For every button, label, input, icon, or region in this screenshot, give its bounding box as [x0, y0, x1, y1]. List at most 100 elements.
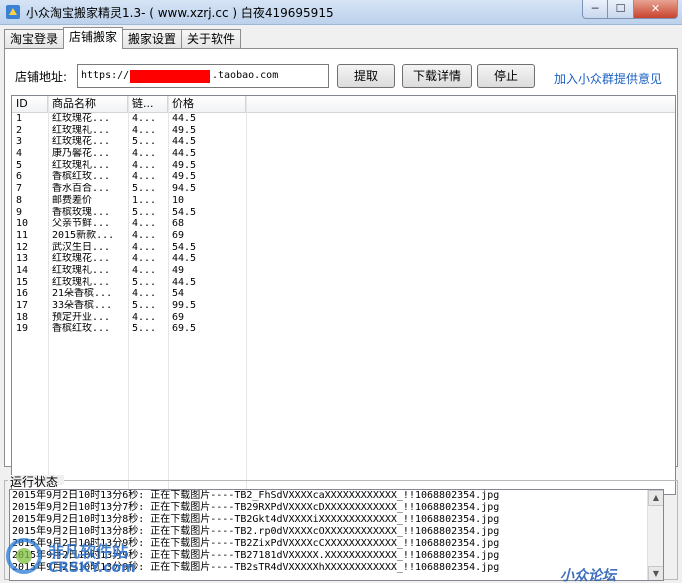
table-row[interactable]: 18 预定开业... 4... 69: [12, 312, 675, 324]
cell-price: 44.5: [172, 113, 197, 124]
tab-move-settings[interactable]: 搬家设置: [122, 29, 183, 49]
cell-name: 红玫瑰花...: [52, 113, 111, 124]
cell-id: 10: [16, 218, 29, 230]
cell-id: 8: [16, 194, 23, 206]
cell-link: 4...: [132, 159, 157, 171]
column-header-name[interactable]: 商品名称: [48, 96, 128, 112]
close-button[interactable]: ✕: [634, 0, 678, 19]
crsky-watermark: 非凡软件站 CRSKY.com: [0, 528, 160, 583]
cell-price: 44.5: [172, 276, 197, 288]
log-scrollbar[interactable]: ▲ ▼: [647, 490, 663, 580]
cell-price: 54.5: [172, 206, 197, 218]
cell-link: 5...: [132, 300, 157, 311]
cell-link: 5...: [132, 323, 157, 335]
table-row[interactable]: 17 33朵香槟... 5... 99.5: [12, 300, 675, 312]
table-row[interactable]: 5 红玫瑰礼... 4... 49.5: [12, 160, 675, 172]
cell-price: 69: [172, 311, 185, 323]
address-prefix: https://: [81, 70, 130, 81]
table-row[interactable]: 14 红玫瑰礼... 4... 49: [12, 265, 675, 277]
cell-id: 17: [16, 300, 29, 311]
maximize-button[interactable]: ☐: [608, 0, 634, 19]
cell-id: 1: [16, 113, 23, 124]
log-line: 2015年9月2日10时13分8秒: 正在下载图片----TB2Gkt4dVXX…: [12, 514, 500, 525]
table-row[interactable]: 11 2015新款... 4... 69: [12, 230, 675, 242]
table-row[interactable]: 7 香水百合... 5... 94.5: [12, 183, 675, 195]
tab-taobao-login[interactable]: 淘宝登录: [4, 29, 65, 49]
table-row[interactable]: 4 康乃馨花... 4... 44.5: [12, 148, 675, 160]
address-suffix: .taobao.com: [212, 70, 279, 81]
table-row[interactable]: 3 红玫瑰花... 5... 44.5: [12, 136, 675, 148]
cell-name: 香槟玫瑰...: [52, 206, 111, 218]
cell-id: 5: [16, 159, 23, 171]
table-row[interactable]: 15 红玫瑰礼... 5... 44.5: [12, 277, 675, 289]
feedback-link[interactable]: 加入小众群提供意见: [554, 70, 662, 87]
product-table[interactable]: ID 商品名称 链... 价格 1 红玫瑰花... 4... 44.5 2 红玫瑰礼...…: [11, 95, 676, 495]
title-bar[interactable]: 小众淘宝搬家精灵1.3- ( www.xzrj.cc ) 白夜419695915…: [0, 0, 682, 25]
scroll-down-icon[interactable]: ▼: [648, 566, 663, 580]
table-row[interactable]: 16 21朵香槟... 4... 54: [12, 288, 675, 300]
column-header-price[interactable]: 价格: [168, 96, 246, 112]
cell-price: 44.5: [172, 136, 197, 148]
tab-about[interactable]: 关于软件: [181, 29, 242, 49]
shop-address-input[interactable]: https:// .taobao.com: [77, 64, 329, 88]
cell-price: 54.5: [172, 241, 197, 253]
redacted-shop-name: [130, 70, 210, 83]
column-header-id[interactable]: ID: [12, 96, 48, 112]
table-row[interactable]: 19 香槟红玫... 5... 69.5: [12, 323, 675, 335]
cell-name: 邮费差价: [52, 194, 92, 206]
cell-price: 94.5: [172, 183, 197, 195]
cell-price: 49.5: [172, 159, 197, 171]
forum-watermark: 小众论坛: [560, 568, 616, 583]
cell-name: 2015新款...: [52, 229, 115, 241]
table-row[interactable]: 1 红玫瑰花... 4... 44.5: [12, 113, 675, 125]
table-row[interactable]: 10 父亲节鲜... 4... 68: [12, 218, 675, 230]
watermark-url: CRSKY.com: [48, 560, 136, 576]
table-row[interactable]: 9 香槟玫瑰... 5... 54.5: [12, 207, 675, 219]
cell-link: 5...: [132, 276, 157, 288]
cell-name: 红玫瑰礼...: [52, 159, 111, 171]
table-row[interactable]: 6 香槟红玫... 4... 49.5: [12, 171, 675, 183]
table-row[interactable]: 12 武汉生日... 4... 54.5: [12, 242, 675, 254]
minimize-button[interactable]: ─: [582, 0, 608, 19]
cell-name: 红玫瑰花...: [52, 253, 111, 265]
table-row[interactable]: 2 红玫瑰礼... 4... 49.5: [12, 125, 675, 137]
cell-id: 11: [16, 229, 29, 241]
cell-link: 4...: [132, 124, 157, 136]
stop-button[interactable]: 停止: [477, 64, 535, 88]
cell-price: 99.5: [172, 300, 197, 311]
tab-shop-move[interactable]: 店铺搬家: [63, 27, 124, 49]
cell-price: 68: [172, 218, 185, 230]
cell-name: 康乃馨花...: [52, 148, 111, 160]
cell-link: 4...: [132, 288, 157, 300]
cell-name: 红玫瑰花...: [52, 136, 111, 148]
table-body: 1 红玫瑰花... 4... 44.5 2 红玫瑰礼... 4... 49.5 3 红玫瑰花...…: [12, 113, 675, 335]
table-header: ID 商品名称 链... 价格: [12, 96, 675, 113]
app-icon: [6, 5, 20, 19]
cell-link: 4...: [132, 264, 157, 276]
column-header-link[interactable]: 链...: [128, 96, 168, 112]
download-details-button[interactable]: 下载详情: [402, 64, 472, 88]
scroll-up-icon[interactable]: ▲: [648, 490, 663, 506]
cell-name: 香槟红玫...: [52, 323, 111, 335]
cell-name: 香水百合...: [52, 183, 111, 195]
cell-name: 武汉生日...: [52, 241, 111, 253]
cell-link: 5...: [132, 136, 157, 148]
log-line: 2015年9月2日10时13分6秒: 正在下载图片----TB2_FhSdVXX…: [12, 490, 500, 501]
cell-name: 红玫瑰礼...: [52, 276, 111, 288]
cell-link: 4...: [132, 171, 157, 183]
cell-price: 49.5: [172, 124, 197, 136]
cell-link: 4...: [132, 241, 157, 253]
cell-price: 49: [172, 264, 185, 276]
cell-id: 12: [16, 241, 29, 253]
shop-move-panel: 店铺地址: https:// .taobao.com 提取 下载详情 停止 加入…: [4, 48, 678, 495]
table-row[interactable]: 8 邮费差价 1... 10: [12, 195, 675, 207]
extract-button[interactable]: 提取: [337, 64, 395, 88]
cell-id: 13: [16, 253, 29, 265]
cell-id: 9: [16, 206, 23, 218]
cell-price: 69.5: [172, 323, 197, 335]
cell-price: 69: [172, 229, 185, 241]
table-row[interactable]: 13 红玫瑰花... 4... 44.5: [12, 253, 675, 265]
cell-link: 4...: [132, 311, 157, 323]
watermark-brand: 非凡软件站: [48, 542, 129, 561]
cell-id: 7: [16, 183, 23, 195]
